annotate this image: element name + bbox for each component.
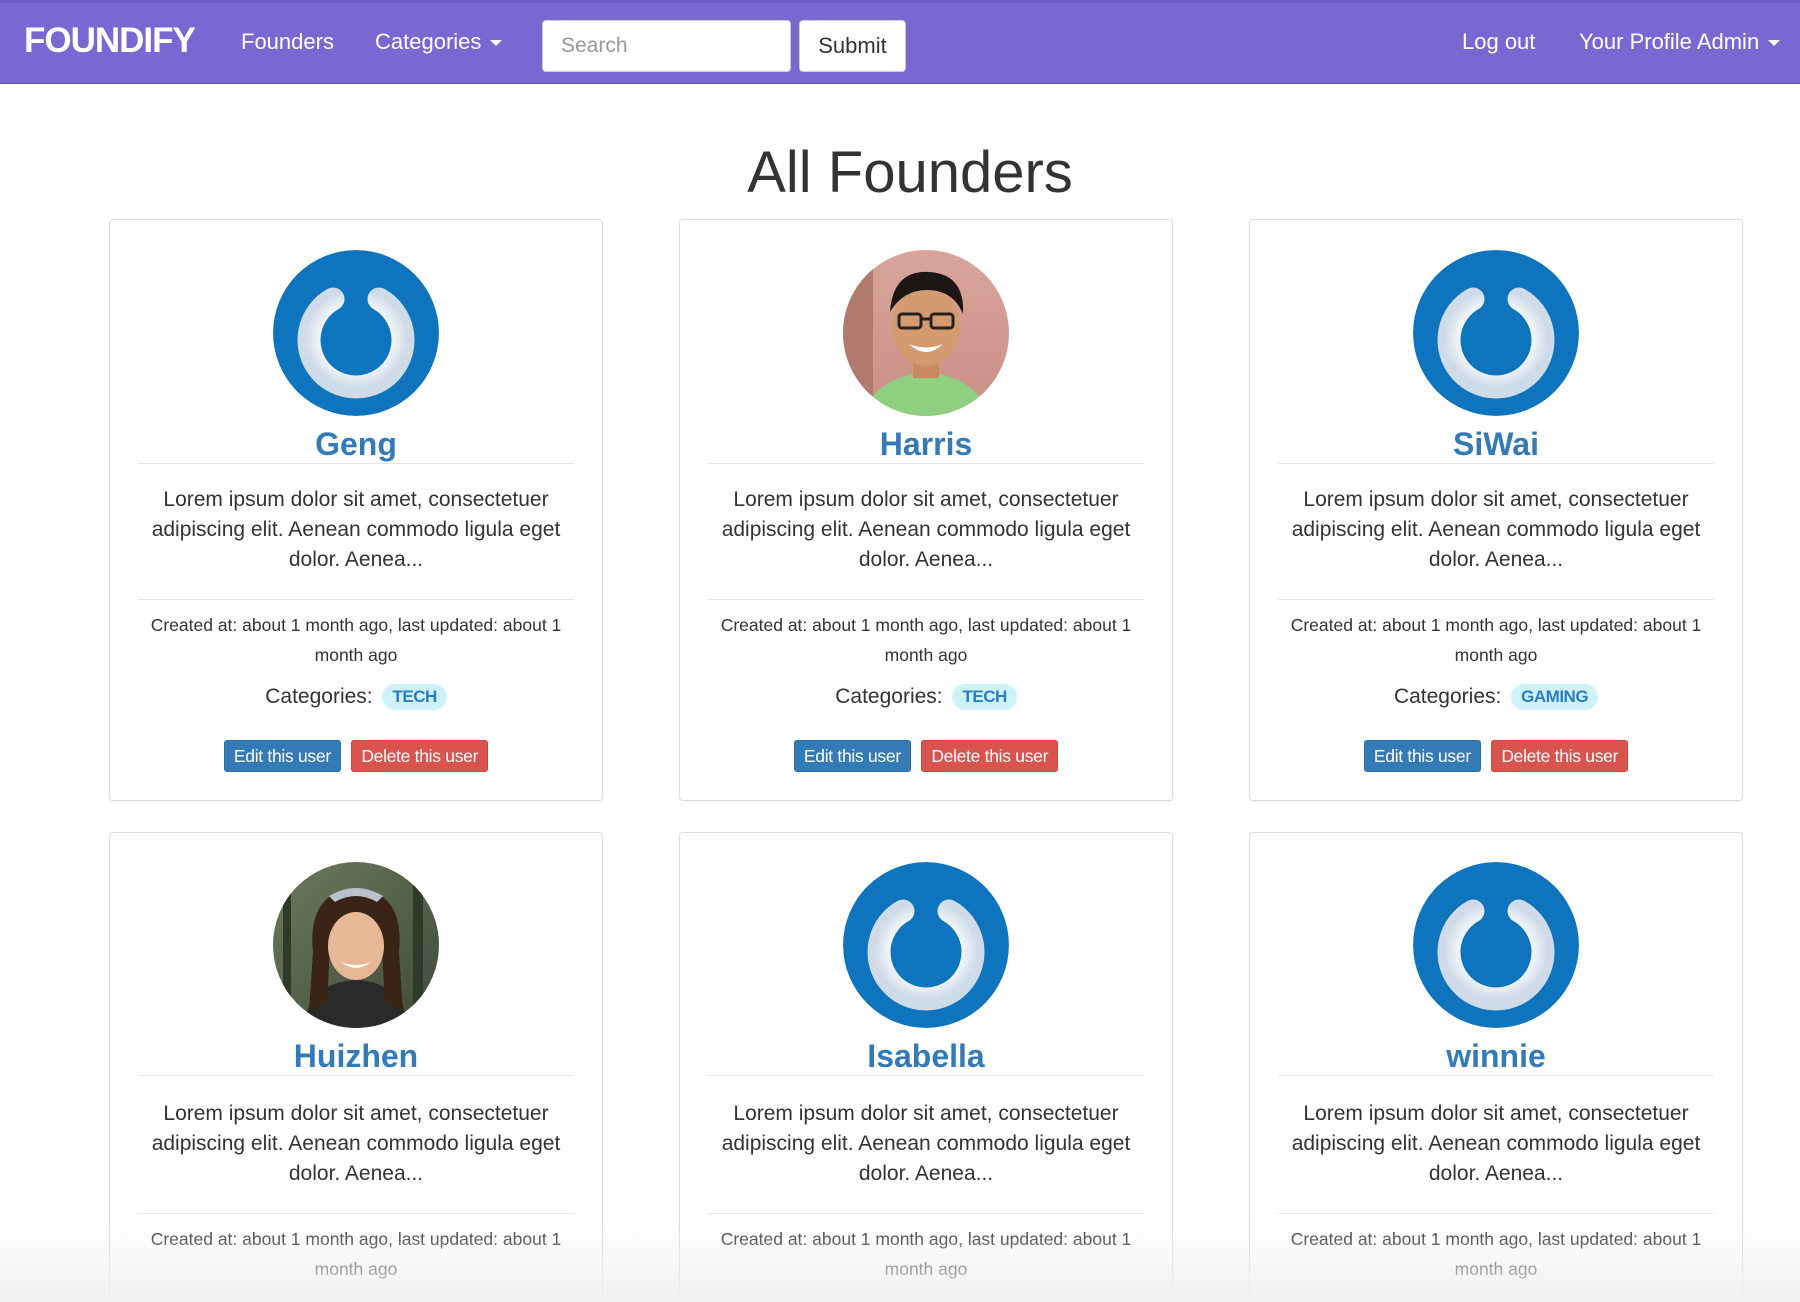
founder-timestamps: Created at: about 1 month ago, last upda… bbox=[720, 1229, 1132, 1279]
divider bbox=[138, 1213, 574, 1214]
categories-row: Categories: TECH bbox=[110, 682, 602, 712]
categories-row: Categories: TECH bbox=[680, 682, 1172, 712]
brand-logo[interactable]: FOUNDIFY bbox=[24, 23, 196, 58]
page-title: All Founders bbox=[747, 140, 1073, 205]
divider bbox=[138, 463, 574, 464]
founder-description: Lorem ipsum dolor sit amet, consectetuer… bbox=[151, 1102, 561, 1185]
power-logo-icon bbox=[843, 862, 1009, 1028]
person-photo-icon bbox=[843, 250, 1009, 416]
edit-user-button[interactable]: Edit this user bbox=[793, 740, 911, 772]
delete-user-button[interactable]: Delete this user bbox=[1491, 740, 1629, 772]
divider bbox=[708, 599, 1144, 600]
divider bbox=[1278, 1213, 1714, 1214]
logout-link[interactable]: Log out bbox=[1462, 31, 1535, 53]
founder-name[interactable]: Geng bbox=[110, 425, 602, 463]
avatar bbox=[1413, 862, 1579, 1028]
delete-user-button[interactable]: Delete this user bbox=[351, 740, 489, 772]
categories-label: Categories: bbox=[1393, 685, 1502, 708]
founder-timestamps: Created at: about 1 month ago, last upda… bbox=[150, 615, 562, 665]
delete-user-button[interactable]: Delete this user bbox=[921, 740, 1059, 772]
founder-card: winnie Lorem ipsum dolor sit amet, conse… bbox=[1249, 832, 1743, 1302]
avatar bbox=[843, 250, 1009, 416]
search-input[interactable] bbox=[542, 20, 791, 72]
categories-label: Categories: bbox=[835, 685, 943, 708]
divider bbox=[1278, 599, 1714, 600]
founder-timestamps: Created at: about 1 month ago, last upda… bbox=[1290, 615, 1702, 665]
divider bbox=[138, 1075, 574, 1076]
divider bbox=[1278, 1075, 1714, 1076]
divider bbox=[138, 599, 574, 600]
submit-button[interactable]: Submit bbox=[799, 20, 906, 72]
power-logo-icon bbox=[273, 250, 439, 416]
founder-description: Lorem ipsum dolor sit amet, consectetuer… bbox=[721, 488, 1131, 571]
founder-timestamps: Created at: about 1 month ago, last upda… bbox=[1290, 1229, 1702, 1279]
founder-description: Lorem ipsum dolor sit amet, consectetuer… bbox=[1291, 488, 1701, 571]
founder-name[interactable]: winnie bbox=[1250, 1037, 1742, 1075]
category-badge[interactable]: TECH bbox=[952, 684, 1017, 711]
founder-timestamps: Created at: about 1 month ago, last upda… bbox=[720, 615, 1132, 665]
divider bbox=[708, 463, 1144, 464]
founder-name[interactable]: Huizhen bbox=[110, 1037, 602, 1075]
nav-categories-label: Categories bbox=[375, 29, 482, 54]
founder-card: Huizhen Lorem ipsum dolor sit amet, cons… bbox=[109, 832, 603, 1302]
top-navbar: FOUNDIFY Founders Categories Submit Log … bbox=[0, 0, 1800, 84]
chevron-down-icon bbox=[490, 40, 503, 47]
founder-name[interactable]: Harris bbox=[680, 425, 1172, 463]
edit-user-button[interactable]: Edit this user bbox=[223, 740, 341, 772]
divider bbox=[708, 1075, 1144, 1076]
card-actions: Edit this user Delete this user bbox=[110, 740, 602, 772]
founder-name[interactable]: SiWai bbox=[1250, 425, 1742, 463]
divider bbox=[1278, 463, 1714, 464]
founder-description: Lorem ipsum dolor sit amet, consectetuer… bbox=[721, 1102, 1131, 1185]
avatar bbox=[273, 250, 439, 416]
founder-card: Harris Lorem ipsum dolor sit amet, conse… bbox=[679, 219, 1173, 801]
edit-user-button[interactable]: Edit this user bbox=[1363, 740, 1481, 772]
founder-card: Geng Lorem ipsum dolor sit amet, consect… bbox=[109, 219, 603, 801]
category-badge[interactable]: GAMING bbox=[1511, 684, 1599, 711]
founder-description: Lorem ipsum dolor sit amet, consectetuer… bbox=[151, 488, 561, 571]
power-logo-icon bbox=[1413, 862, 1579, 1028]
profile-label: Your Profile Admin bbox=[1579, 29, 1760, 54]
profile-dropdown[interactable]: Your Profile Admin bbox=[1579, 29, 1781, 54]
card-actions: Edit this user Delete this user bbox=[1250, 740, 1742, 772]
categories-label: Categories: bbox=[265, 685, 373, 708]
founder-card: SiWai Lorem ipsum dolor sit amet, consec… bbox=[1249, 219, 1743, 801]
nav-categories-dropdown[interactable]: Categories bbox=[375, 29, 503, 54]
category-badge[interactable]: TECH bbox=[382, 684, 447, 711]
avatar bbox=[1413, 250, 1579, 416]
founder-description: Lorem ipsum dolor sit amet, consectetuer… bbox=[1291, 1102, 1701, 1185]
avatar bbox=[843, 862, 1009, 1028]
person-photo-icon bbox=[273, 862, 439, 1028]
founder-name[interactable]: Isabella bbox=[680, 1037, 1172, 1075]
avatar bbox=[273, 862, 439, 1028]
power-logo-icon bbox=[1413, 250, 1579, 416]
founder-timestamps: Created at: about 1 month ago, last upda… bbox=[150, 1229, 562, 1279]
founder-card: Isabella Lorem ipsum dolor sit amet, con… bbox=[679, 832, 1173, 1302]
nav-founders[interactable]: Founders bbox=[241, 31, 334, 53]
divider bbox=[708, 1213, 1144, 1214]
card-actions: Edit this user Delete this user bbox=[680, 740, 1172, 772]
chevron-down-icon bbox=[1768, 40, 1781, 47]
categories-row: Categories: GAMING bbox=[1250, 682, 1742, 712]
